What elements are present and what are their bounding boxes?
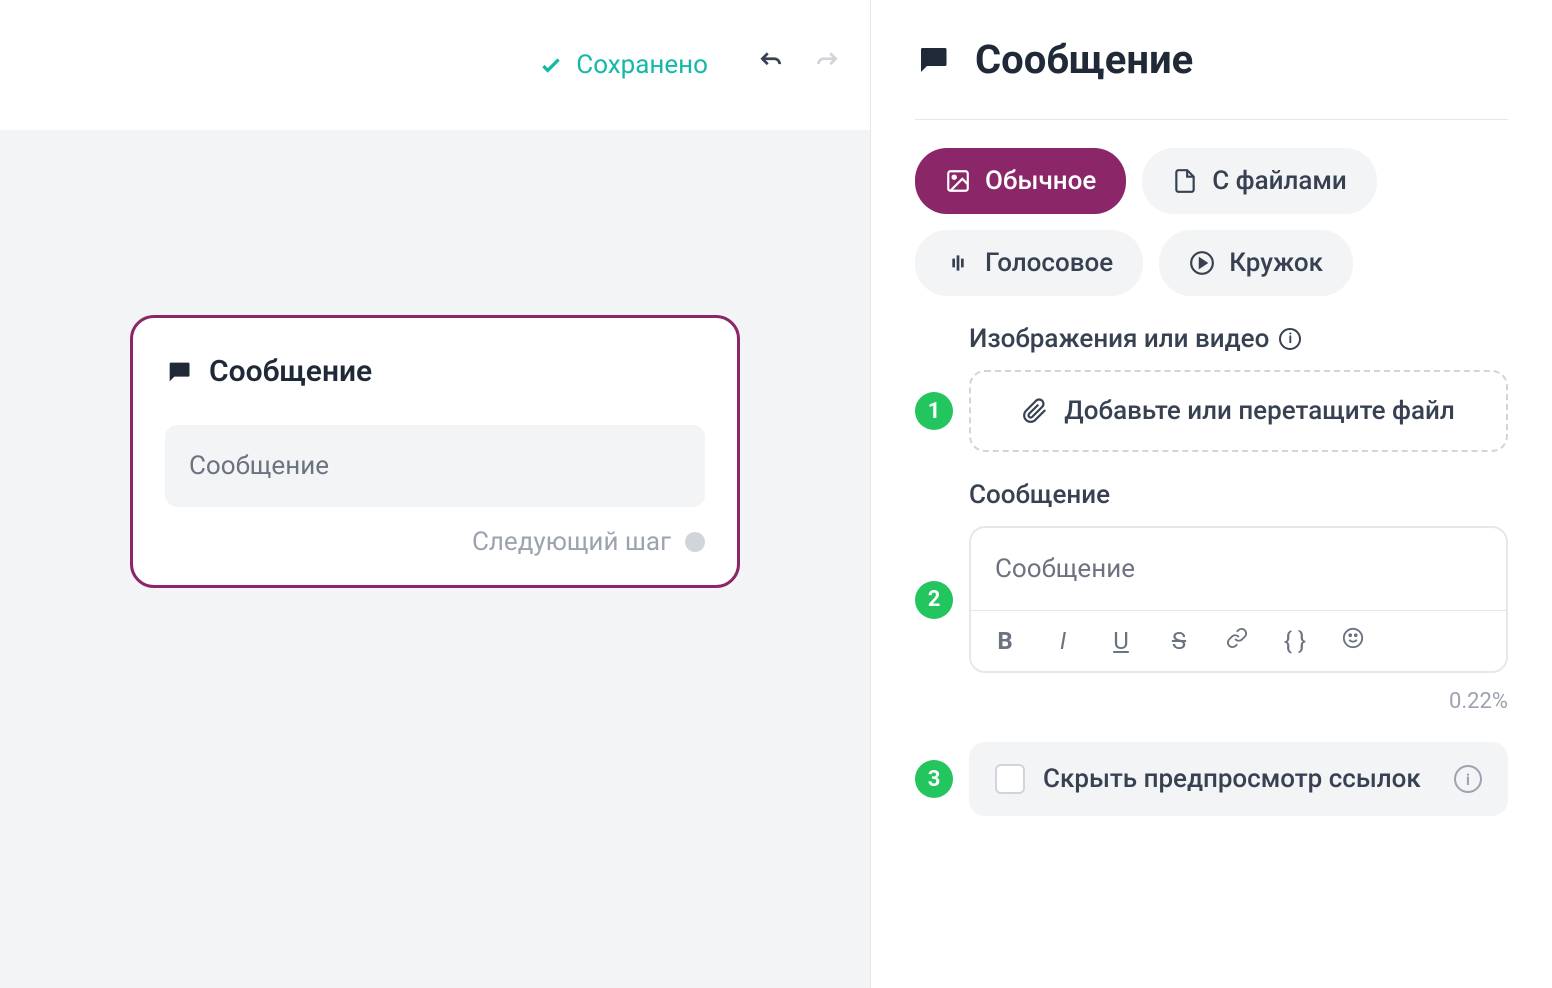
history-buttons bbox=[758, 49, 840, 81]
media-section-label: Изображения или видео i bbox=[969, 324, 1508, 354]
left-panel: Сохранено Сообщение Сообщение Следующий … bbox=[0, 0, 870, 988]
undo-icon bbox=[758, 49, 784, 75]
panel-header: Сообщение bbox=[915, 36, 1508, 120]
bold-button[interactable]: B bbox=[991, 627, 1019, 655]
step-dot-icon bbox=[685, 532, 705, 552]
saved-label: Сохранено bbox=[576, 50, 708, 80]
audio-wave-icon bbox=[945, 250, 971, 276]
variable-button[interactable]: { } bbox=[1281, 627, 1309, 655]
canvas[interactable]: Сообщение Сообщение Следующий шаг bbox=[0, 130, 870, 988]
step-badge-3: 3 bbox=[915, 760, 953, 798]
card-header: Сообщение bbox=[165, 354, 705, 389]
tab-circle-label: Кружок bbox=[1229, 248, 1323, 278]
link-button[interactable] bbox=[1223, 627, 1251, 655]
hide-link-preview-row: Скрыть предпросмотр ссылок i bbox=[969, 742, 1508, 816]
tab-normal-label: Обычное bbox=[985, 166, 1096, 196]
right-panel: Сообщение Обычное С файлами Голосовое Кр… bbox=[870, 0, 1552, 988]
italic-button[interactable]: I bbox=[1049, 627, 1077, 655]
redo-button[interactable] bbox=[814, 49, 840, 81]
check-icon bbox=[538, 52, 564, 78]
dropzone-text: Добавьте или перетащите файл bbox=[1064, 396, 1454, 426]
message-textarea[interactable]: Сообщение bbox=[971, 528, 1506, 610]
strikethrough-button[interactable]: S bbox=[1165, 627, 1193, 655]
next-step[interactable]: Следующий шаг bbox=[165, 527, 705, 557]
message-preview: Сообщение bbox=[165, 425, 705, 507]
panel-title: Сообщение bbox=[975, 36, 1193, 83]
info-icon[interactable]: i bbox=[1454, 765, 1482, 793]
hide-preview-checkbox[interactable] bbox=[995, 764, 1025, 794]
step-badge-1: 1 bbox=[915, 392, 953, 430]
hide-preview-label: Скрыть предпросмотр ссылок bbox=[1043, 764, 1436, 794]
saved-status: Сохранено bbox=[538, 50, 708, 80]
message-icon bbox=[915, 42, 951, 78]
info-icon[interactable]: i bbox=[1279, 328, 1301, 350]
tab-circle[interactable]: Кружок bbox=[1159, 230, 1353, 296]
paperclip-icon bbox=[1022, 398, 1048, 424]
next-step-label: Следующий шаг bbox=[472, 527, 671, 557]
toolbar: Сохранено bbox=[0, 0, 870, 130]
tab-voice-label: Голосовое bbox=[985, 248, 1113, 278]
file-icon bbox=[1172, 168, 1198, 194]
tab-with-files[interactable]: С файлами bbox=[1142, 148, 1377, 214]
emoji-icon bbox=[1342, 627, 1364, 649]
tab-with-files-label: С файлами bbox=[1212, 166, 1347, 196]
message-type-tabs: Обычное С файлами Голосовое Кружок bbox=[915, 148, 1508, 296]
message-icon bbox=[165, 358, 193, 386]
editor-toolbar: B I U S { } bbox=[971, 610, 1506, 671]
file-dropzone[interactable]: Добавьте или перетащите файл bbox=[969, 370, 1508, 452]
emoji-button[interactable] bbox=[1339, 627, 1367, 655]
step-badge-2: 2 bbox=[915, 581, 953, 619]
message-section-label: Сообщение bbox=[969, 480, 1508, 510]
char-count: 0.22% bbox=[969, 689, 1508, 714]
image-icon bbox=[945, 168, 971, 194]
message-card[interactable]: Сообщение Сообщение Следующий шаг bbox=[130, 315, 740, 588]
redo-icon bbox=[814, 49, 840, 75]
message-editor: Сообщение B I U S { } bbox=[969, 526, 1508, 673]
card-title: Сообщение bbox=[209, 354, 372, 389]
tab-voice[interactable]: Голосовое bbox=[915, 230, 1143, 296]
tab-normal[interactable]: Обычное bbox=[915, 148, 1126, 214]
undo-button[interactable] bbox=[758, 49, 784, 81]
play-circle-icon bbox=[1189, 250, 1215, 276]
underline-button[interactable]: U bbox=[1107, 627, 1135, 655]
link-icon bbox=[1226, 627, 1248, 649]
